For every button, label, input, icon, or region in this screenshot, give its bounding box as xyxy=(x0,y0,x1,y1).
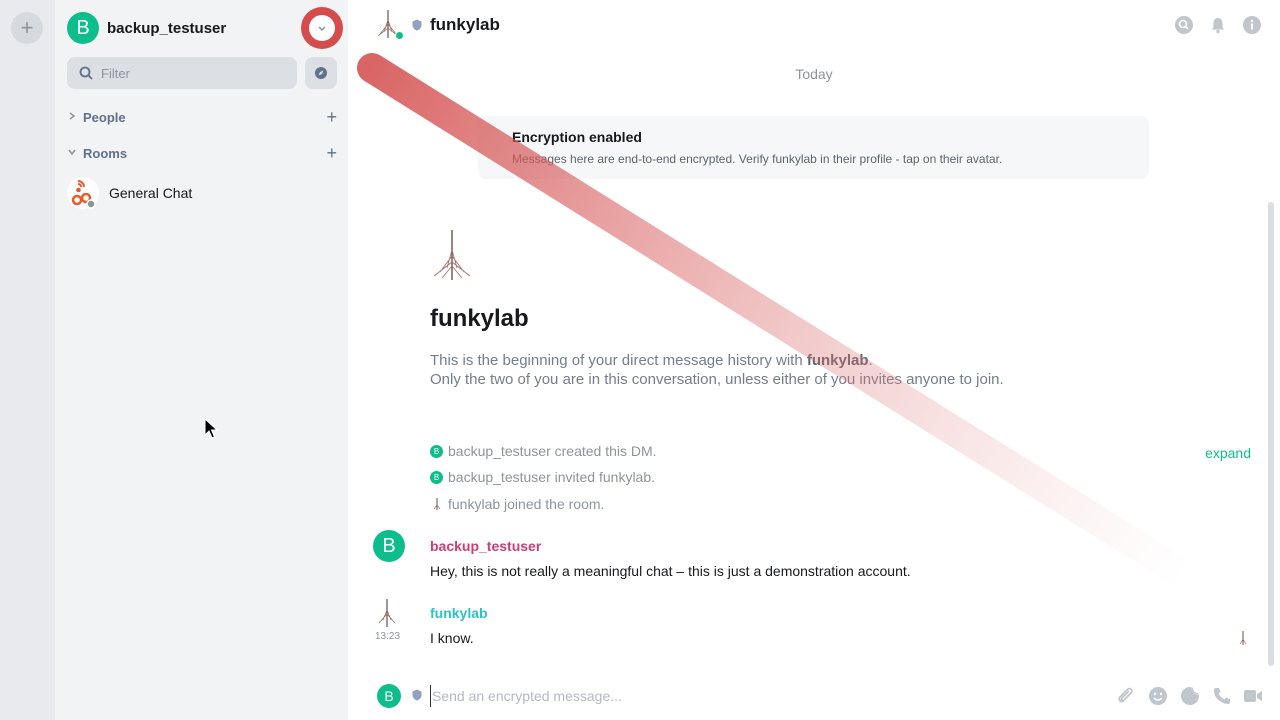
shield-icon xyxy=(412,689,422,701)
event-text: funkylab joined the room. xyxy=(448,496,605,512)
encryption-description: Messages here are end-to-end encrypted. … xyxy=(512,152,1003,166)
timeline-event: B backup_testuser created this DM. xyxy=(430,442,657,460)
plus-icon: + xyxy=(20,15,34,40)
section-people[interactable]: People + xyxy=(67,107,337,127)
dm-avatar[interactable] xyxy=(430,228,474,282)
matrix-room-icon xyxy=(67,177,99,209)
message-timestamp[interactable]: 13:23 xyxy=(375,631,400,642)
filter-input[interactable] xyxy=(101,65,281,81)
bell-icon[interactable] xyxy=(1209,16,1227,34)
timeline-event: funkylab joined the room. xyxy=(430,495,604,513)
paperclip-icon[interactable] xyxy=(1116,686,1136,706)
chevron-down-icon xyxy=(67,147,81,160)
intro-line1-suffix: . xyxy=(868,352,873,369)
filter-box[interactable] xyxy=(67,57,297,89)
user-avatar[interactable]: B xyxy=(67,12,99,44)
date-separator: Today xyxy=(795,66,833,82)
timeline-event: B backup_testuser invited funkylab. xyxy=(430,468,655,486)
message-sender[interactable]: backup_testuser xyxy=(430,538,541,554)
info-icon[interactable] xyxy=(1243,16,1261,34)
chevron-down-icon xyxy=(318,26,326,32)
search-icon[interactable] xyxy=(1175,16,1193,34)
expand-events-button[interactable]: expand xyxy=(1205,445,1251,461)
event-avatar[interactable]: B xyxy=(430,470,443,484)
user-name: backup_testuser xyxy=(107,19,227,37)
explore-rooms-button[interactable] xyxy=(305,57,337,89)
room-tile-general-chat[interactable]: General Chat xyxy=(67,177,337,209)
user-menu[interactable]: B backup_testuser xyxy=(67,12,226,44)
event-text: backup_testuser invited funkylab. xyxy=(448,469,656,485)
room-list-panel: B backup_testuser People + Rooms + xyxy=(55,0,348,720)
create-space-button[interactable]: + xyxy=(11,12,43,44)
online-status-dot xyxy=(395,31,404,40)
encryption-notice: Encryption enabled Messages here are end… xyxy=(478,116,1149,179)
sender-avatar[interactable] xyxy=(374,598,400,628)
room-view: funkylab Today Encryption enabled Messag… xyxy=(348,0,1280,720)
search-icon xyxy=(79,66,93,80)
sender-avatar[interactable]: B xyxy=(373,530,405,562)
dm-intro-text: This is the beginning of your direct mes… xyxy=(430,351,1004,389)
section-rooms-label: Rooms xyxy=(83,145,128,161)
message-body: I know. xyxy=(430,630,474,646)
composer-avatar: B xyxy=(377,684,401,708)
phone-icon[interactable] xyxy=(1212,686,1232,706)
sticker-icon[interactable] xyxy=(1180,686,1200,706)
message-composer: B xyxy=(348,672,1280,720)
mouse-cursor xyxy=(204,418,218,439)
event-avatar[interactable]: B xyxy=(430,444,443,458)
event-text: backup_testuser created this DM. xyxy=(448,443,657,459)
intro-line1-name[interactable]: funkylab xyxy=(807,352,869,369)
message-input[interactable] xyxy=(430,685,1030,707)
emoji-icon[interactable] xyxy=(1148,686,1168,706)
encryption-title: Encryption enabled xyxy=(512,129,642,145)
message-sender[interactable]: funkylab xyxy=(430,605,488,621)
shield-icon xyxy=(412,19,422,31)
read-receipt[interactable] xyxy=(1238,630,1248,646)
room-name: General Chat xyxy=(109,185,193,201)
timeline-scrollbar[interactable] xyxy=(1268,202,1274,666)
section-rooms[interactable]: Rooms + xyxy=(67,143,337,163)
dm-intro-name: funkylab xyxy=(430,305,529,332)
chevron-right-icon xyxy=(67,111,81,124)
compass-icon xyxy=(315,67,327,79)
add-people-button[interactable]: + xyxy=(326,107,337,128)
room-header: funkylab xyxy=(348,0,1280,52)
user-menu-dropdown-button[interactable] xyxy=(301,7,343,49)
message-body: Hey, this is not really a meaningful cha… xyxy=(430,563,911,579)
add-room-button[interactable]: + xyxy=(326,143,337,164)
room-name[interactable]: funkylab xyxy=(430,15,500,35)
event-avatar[interactable] xyxy=(430,497,443,511)
section-people-label: People xyxy=(83,109,126,125)
intro-line1-prefix: This is the beginning of your direct mes… xyxy=(430,352,807,369)
video-icon[interactable] xyxy=(1243,686,1263,706)
space-strip: + xyxy=(0,0,55,720)
intro-line2: Only the two of you are in this conversa… xyxy=(430,371,1004,388)
